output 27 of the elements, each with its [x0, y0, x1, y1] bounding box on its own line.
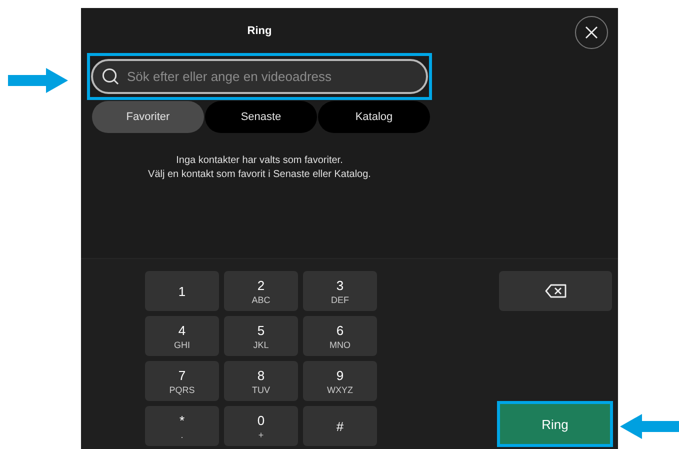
backspace-button[interactable]: [499, 271, 612, 311]
keypad-key[interactable]: 6 MNO: [303, 316, 377, 356]
keypad-key[interactable]: 3 DEF: [303, 271, 377, 311]
keypad-key[interactable]: 9 WXYZ: [303, 361, 377, 401]
empty-message: Välj en kontakt som favorit i Senaste eller Katalog.: [148, 169, 371, 180]
tab[interactable]: Senaste: [205, 101, 317, 133]
keypad-key[interactable]: 7 PQRS: [145, 361, 219, 401]
call-button[interactable]: Ring: [497, 401, 613, 447]
search-field[interactable]: Sök efter eller ange en videoadress: [91, 59, 428, 94]
arrow-icon: [8, 68, 68, 93]
backspace-icon: [544, 284, 566, 298]
keypad-key[interactable]: 2 ABC: [224, 271, 298, 311]
keypad-key[interactable]: #: [303, 406, 377, 446]
search-icon: [102, 68, 119, 85]
keypad-key[interactable]: 5 JKL: [224, 316, 298, 356]
keypad-key[interactable]: * .: [145, 406, 219, 446]
keypad-key[interactable]: 1: [145, 271, 219, 311]
empty-message: Inga kontakter har valts som favoriter.: [176, 155, 343, 166]
keypad-key[interactable]: 4 GHI: [145, 316, 219, 356]
panel-title: Ring: [247, 24, 272, 36]
close-icon: [585, 26, 598, 39]
arrow-icon: [620, 414, 679, 439]
tab[interactable]: Katalog: [318, 101, 430, 133]
keypad-key[interactable]: 8 TUV: [224, 361, 298, 401]
tab[interactable]: Favoriter: [92, 101, 204, 133]
close-button[interactable]: [575, 16, 608, 49]
keypad-key[interactable]: 0 +: [224, 406, 298, 446]
